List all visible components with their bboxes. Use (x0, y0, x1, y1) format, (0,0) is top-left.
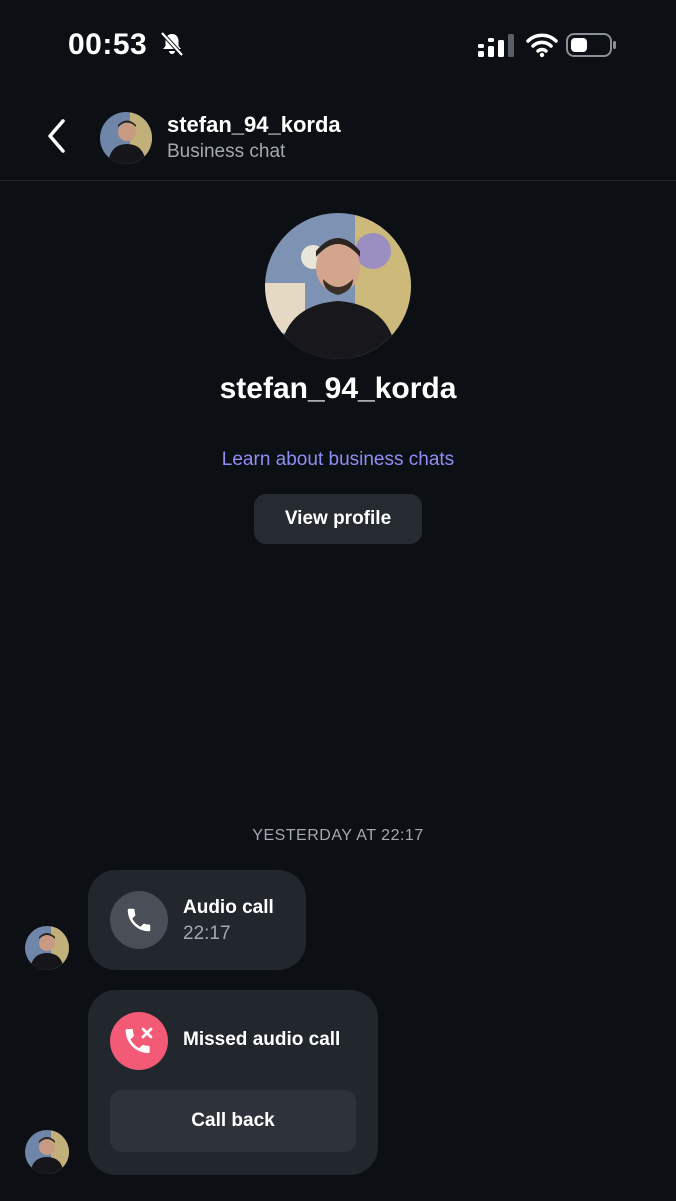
view-profile-button[interactable]: View profile (254, 494, 422, 544)
sender-avatar[interactable] (25, 1130, 69, 1174)
header-subtitle: Business chat (167, 141, 286, 162)
call-back-button[interactable]: Call back (110, 1090, 356, 1152)
missed-call-icon (110, 1012, 168, 1070)
profile-username: stefan_94_korda (219, 372, 457, 405)
profile-avatar[interactable] (265, 213, 411, 359)
header-avatar[interactable] (100, 112, 152, 164)
learn-business-chats-link[interactable]: Learn about business chats (0, 449, 676, 471)
back-chevron-icon[interactable] (38, 116, 74, 156)
chat-header: stefan_94_korda Business chat (0, 90, 676, 181)
message-timestamp: YESTERDAY AT 22:17 (252, 827, 424, 844)
missed-call-title: Missed audio call (183, 1029, 341, 1050)
status-bar: 00:53 (0, 0, 676, 90)
status-time: 00:53 (68, 28, 148, 61)
battery-icon (566, 33, 616, 57)
sender-avatar[interactable] (25, 926, 69, 970)
audio-call-time: 22:17 (183, 923, 231, 944)
bell-slash-icon (160, 31, 184, 57)
wifi-icon (526, 33, 558, 58)
audio-call-message[interactable]: Audio call 22:17 (88, 870, 306, 970)
missed-call-message: Missed audio call Call back (88, 990, 378, 1175)
signal-icon (478, 34, 514, 57)
header-username[interactable]: stefan_94_korda (167, 112, 341, 138)
audio-call-title: Audio call (183, 897, 274, 918)
phone-icon (110, 891, 168, 949)
